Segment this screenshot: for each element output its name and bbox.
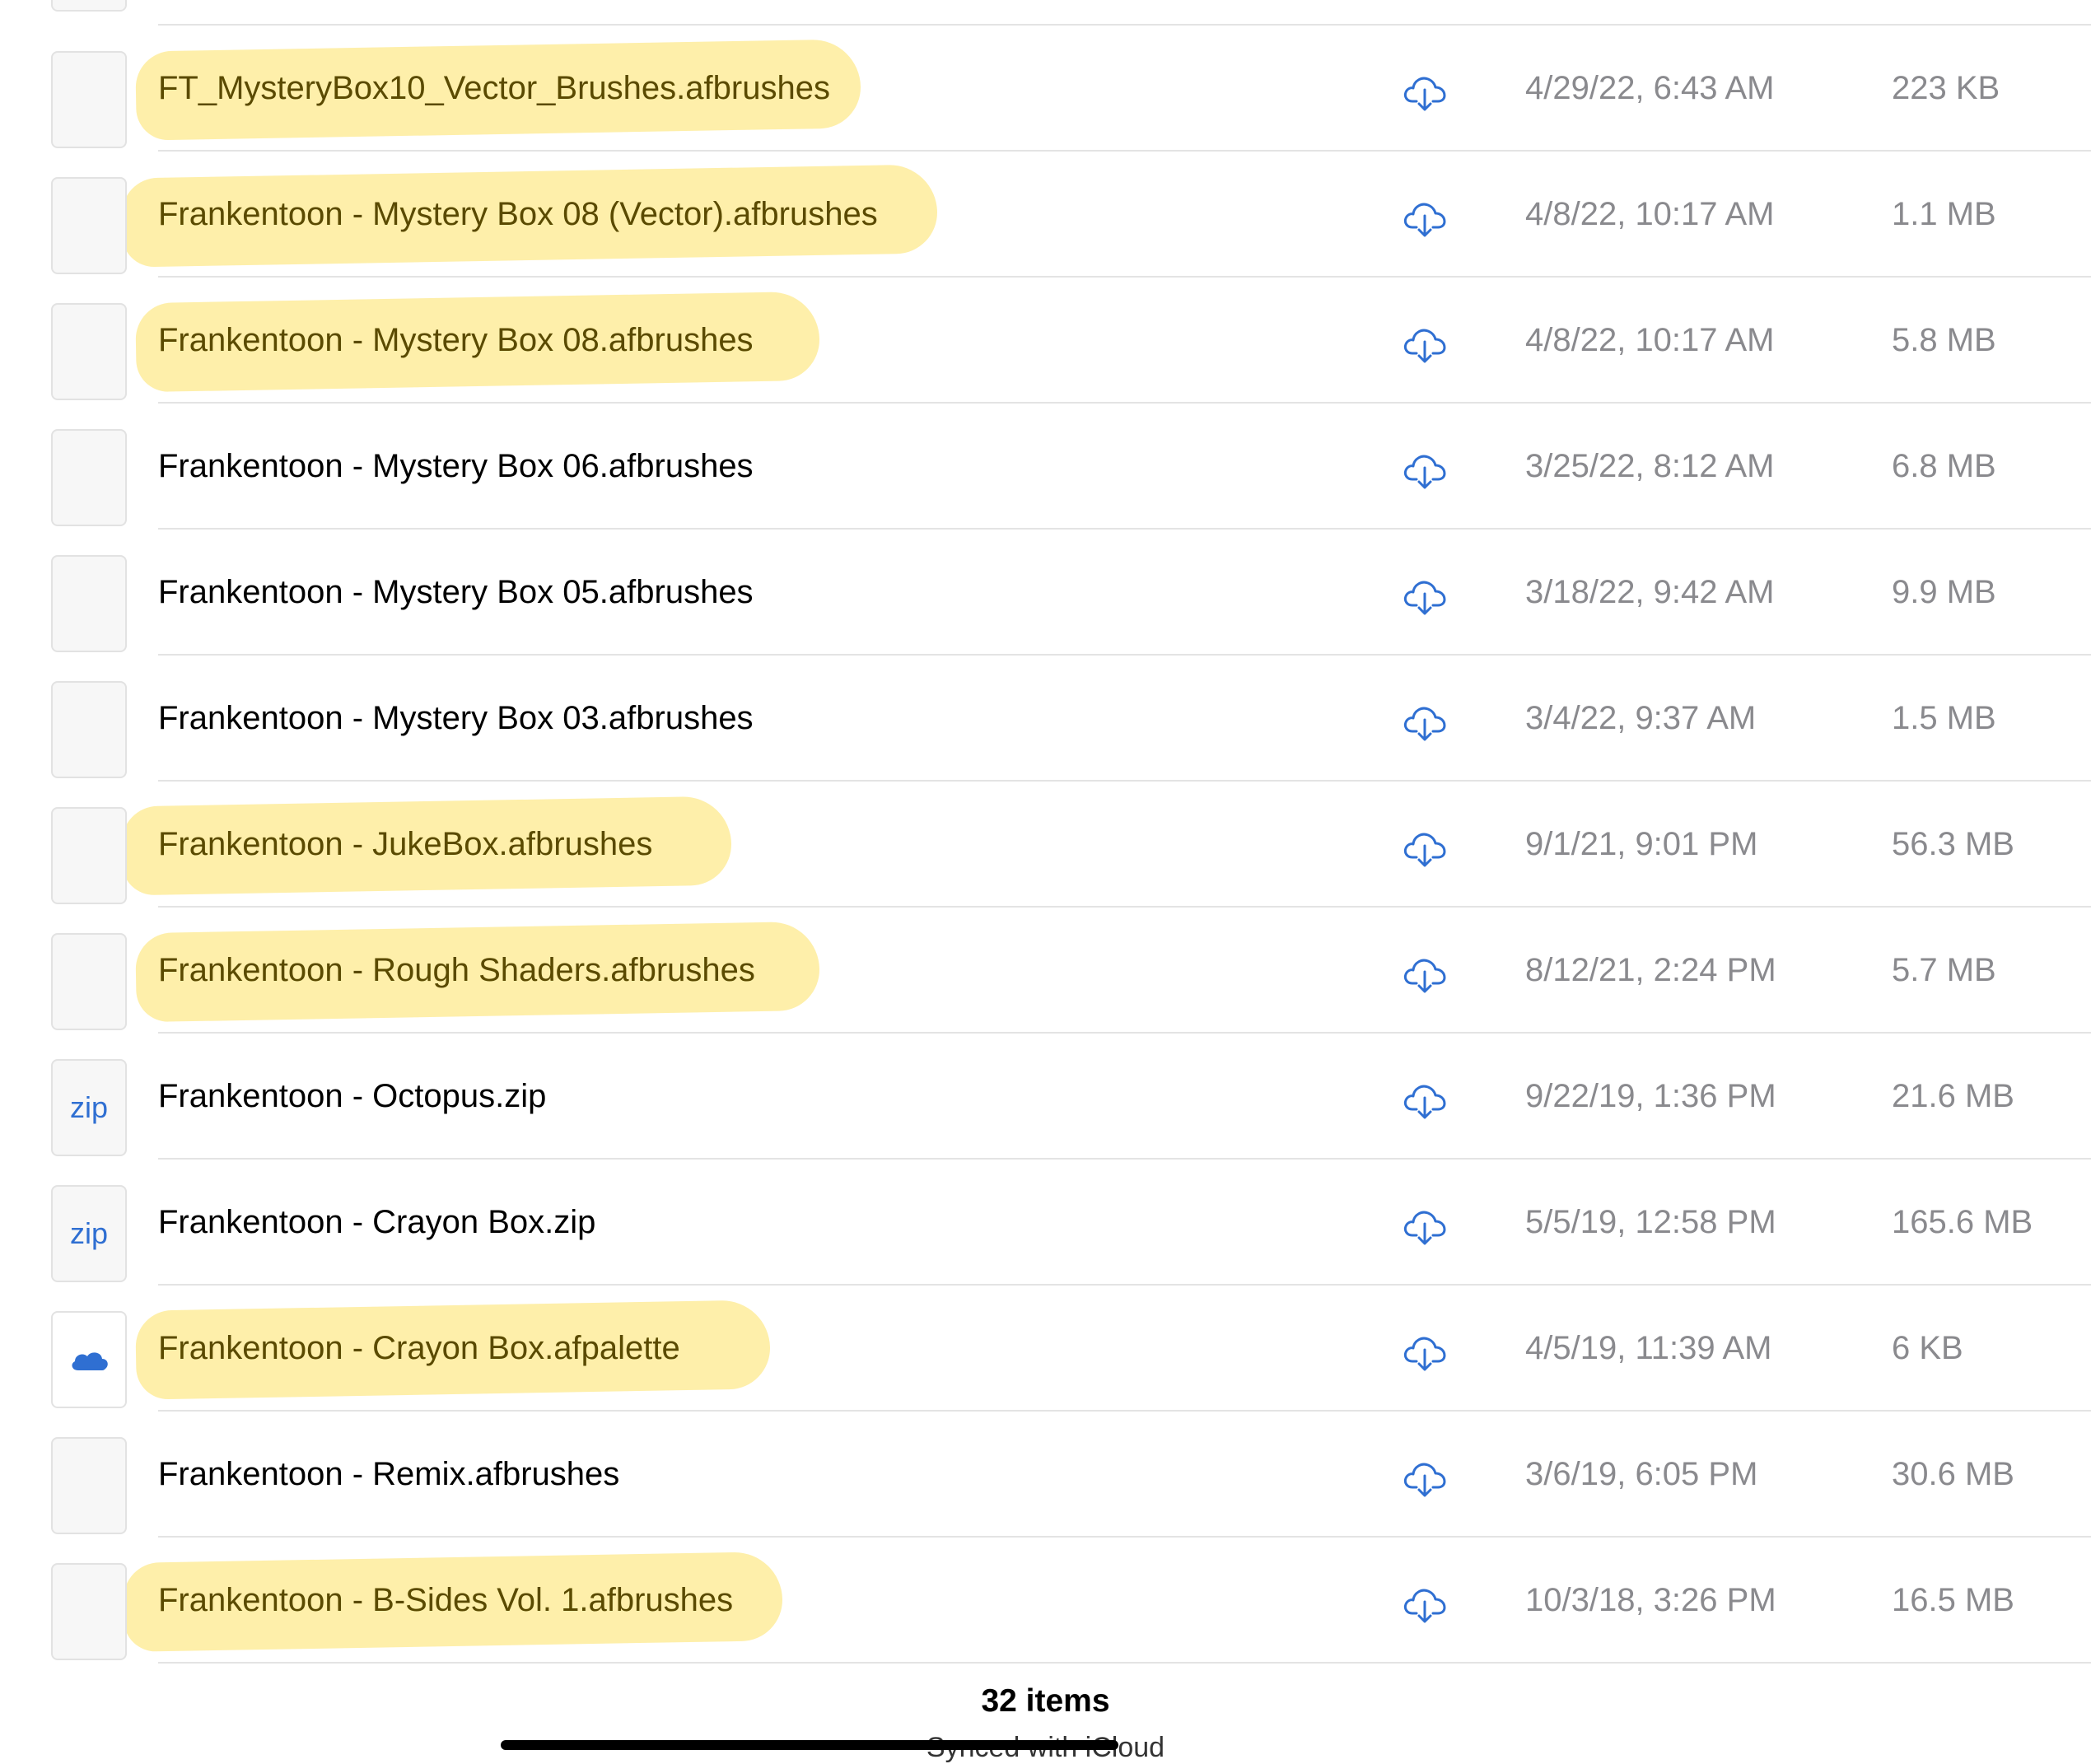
file-name: Frankentoon - Rough Shaders.afbrushes [158,952,755,988]
file-name: Frankentoon - Mystery Box 08.afbrushes [158,322,754,358]
file-size: 5.8 MB [1892,322,1996,358]
cloud-download-icon[interactable] [1403,954,1447,995]
cloud-download-icon[interactable] [1403,1332,1447,1373]
file-thumbnail[interactable] [51,681,127,778]
file-row[interactable]: Frankentoon - Mystery Box 05.afbrushes 3/… [0,530,2091,656]
zip-file-icon: zip [69,1216,109,1250]
file-row[interactable]: Frankentoon - Rough Shaders.afbrushes 8/1… [0,908,2091,1034]
row-separator [158,1662,2091,1664]
file-thumbnail[interactable] [51,555,127,652]
file-date: 3/4/22, 9:37 AM [1525,700,1757,736]
cloud-download-icon[interactable] [1403,1458,1447,1499]
file-name: Frankentoon - B-Sides Vol. 1.afbrushes [158,1582,734,1618]
item-count: 32 items [981,1683,1110,1719]
file-thumbnail[interactable] [51,1563,127,1660]
file-date: 3/18/22, 9:42 AM [1525,574,1775,610]
cloud-download-icon[interactable] [1403,324,1447,365]
file-thumbnail[interactable]: zip [51,1185,127,1282]
file-row[interactable]: Frankentoon - Mystery Box 03.afbrushes 3/… [0,656,2091,782]
file-name: Frankentoon - Remix.afbrushes [158,1456,620,1492]
file-size: 21.6 MB [1892,1078,2014,1114]
file-size: 5.7 MB [1892,952,1996,988]
cloud-download-icon[interactable] [1403,72,1447,113]
file-row[interactable]: FT_MysteryBox10_Vector_Brushes.afbrushes… [0,26,2091,152]
file-date: 5/5/19, 12:58 PM [1525,1204,1776,1240]
file-name: Frankentoon - Mystery Box 08 (Vector).af… [158,196,878,232]
file-size: 165.6 MB [1892,1204,2033,1240]
file-size: 1.1 MB [1892,196,1996,232]
file-thumbnail[interactable] [51,1437,127,1534]
file-name: Frankentoon - Crayon Box.afpalette [158,1330,680,1366]
file-thumbnail[interactable] [51,303,127,400]
file-date: 10/3/18, 3:26 PM [1525,1582,1776,1618]
file-size: 6.8 MB [1892,448,1996,484]
file-name: Frankentoon - JukeBox.afbrushes [158,826,653,862]
file-date: 8/12/21, 2:24 PM [1525,952,1776,988]
file-size: 1.5 MB [1892,700,1996,736]
file-date: 3/25/22, 8:12 AM [1525,448,1775,484]
cloud-download-icon[interactable] [1403,828,1447,869]
file-date: 9/22/19, 1:36 PM [1525,1078,1776,1114]
file-thumbnail[interactable] [51,807,127,904]
file-name: Frankentoon - Mystery Box 05.afbrushes [158,574,754,610]
file-row[interactable]: zip Frankentoon - Octopus.zip 9/22/19, 1:3… [0,1034,2091,1160]
file-date: 4/8/22, 10:17 AM [1525,196,1775,232]
file-row[interactable]: Frankentoon - Crayon Box.afpalette 4/5/19… [0,1286,2091,1412]
file-thumbnail-partial[interactable] [51,0,127,12]
cloud-download-icon[interactable] [1403,702,1447,743]
file-size: 30.6 MB [1892,1456,2014,1492]
file-date: 3/6/19, 6:05 PM [1525,1456,1758,1492]
file-name: Frankentoon - Mystery Box 03.afbrushes [158,700,754,736]
cloud-app-icon [72,1352,108,1370]
file-date: 4/8/22, 10:17 AM [1525,322,1775,358]
cloud-download-icon[interactable] [1403,1584,1447,1625]
file-thumbnail[interactable] [51,429,127,526]
file-date: 9/1/21, 9:01 PM [1525,826,1758,862]
file-thumbnail[interactable] [51,933,127,1030]
file-row[interactable]: zip Frankentoon - Crayon Box.zip 5/5/19, 1… [0,1160,2091,1286]
file-size: 56.3 MB [1892,826,2014,862]
file-row[interactable]: Frankentoon - Mystery Box 08.afbrushes 4/… [0,278,2091,404]
file-name: FT_MysteryBox10_Vector_Brushes.afbrushes [158,70,830,106]
cloud-download-icon[interactable] [1403,576,1447,617]
file-name: Frankentoon - Octopus.zip [158,1078,547,1114]
file-thumbnail[interactable] [51,177,127,274]
cloud-download-icon[interactable] [1403,450,1447,491]
file-row[interactable]: Frankentoon - Remix.afbrushes 3/6/19, 6:0… [0,1412,2091,1538]
file-row[interactable]: Frankentoon - Mystery Box 06.afbrushes 3/… [0,404,2091,530]
file-size: 223 KB [1892,70,2000,106]
file-size: 6 KB [1892,1330,1963,1366]
file-thumbnail[interactable] [51,51,127,148]
home-indicator [501,1740,1118,1750]
cloud-download-icon[interactable] [1403,198,1447,239]
file-date: 4/5/19, 11:39 AM [1525,1330,1772,1366]
file-size: 16.5 MB [1892,1582,2014,1618]
file-thumbnail[interactable] [51,1311,127,1408]
file-row[interactable]: Frankentoon - B-Sides Vol. 1.afbrushes 10… [0,1538,2091,1664]
zip-file-icon: zip [69,1090,109,1124]
file-name: Frankentoon - Mystery Box 06.afbrushes [158,448,754,484]
file-name: Frankentoon - Crayon Box.zip [158,1204,596,1240]
file-row[interactable]: Frankentoon - JukeBox.afbrushes 9/1/21, 9… [0,782,2091,908]
cloud-download-icon[interactable] [1403,1080,1447,1121]
file-date: 4/29/22, 6:43 AM [1525,70,1775,106]
file-size: 9.9 MB [1892,574,1996,610]
cloud-download-icon[interactable] [1403,1206,1447,1247]
file-thumbnail[interactable]: zip [51,1059,127,1156]
file-row[interactable]: Frankentoon - Mystery Box 08 (Vector).af… [0,152,2091,278]
